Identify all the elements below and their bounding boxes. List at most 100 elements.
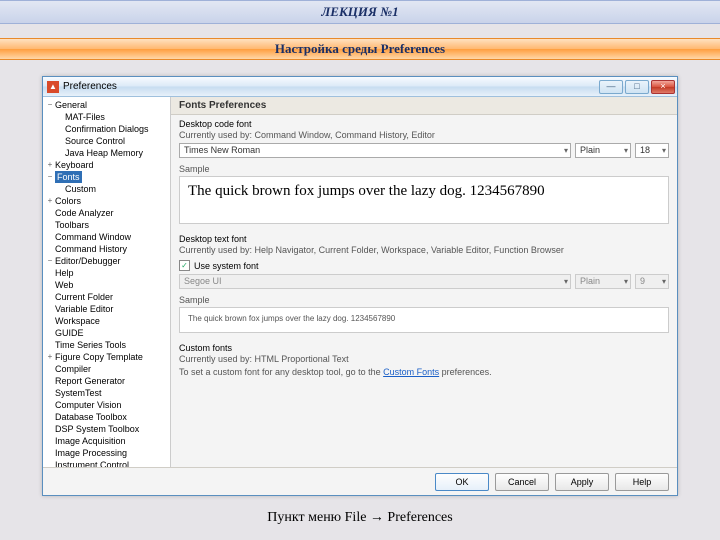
tree-item-label: Confirmation Dialogs (55, 123, 149, 135)
tree-item[interactable]: Variable Editor (43, 303, 170, 315)
minimize-button[interactable]: — (599, 80, 623, 94)
tree-item-label: Help (55, 267, 74, 279)
preferences-window: ▲ Preferences — □ × −GeneralMAT-FilesCon… (42, 76, 678, 496)
tree-item[interactable]: +Colors (43, 195, 170, 207)
tree-item[interactable]: Command Window (43, 231, 170, 243)
tree-item-label: Custom (55, 183, 96, 195)
text-font-style-select: Plain (575, 274, 631, 289)
tree-item[interactable]: −Fonts (43, 171, 170, 183)
ok-button[interactable]: OK (435, 473, 489, 491)
slide-subtitle: Настройка среды Preferences (0, 38, 720, 60)
tree-expander-icon[interactable]: − (45, 171, 55, 183)
custom-font-hint: To set a custom font for any desktop too… (179, 367, 669, 377)
tree-item[interactable]: Java Heap Memory (43, 147, 170, 159)
tree-item[interactable]: Workspace (43, 315, 170, 327)
tree-item[interactable]: Toolbars (43, 219, 170, 231)
code-font-style-select[interactable]: Plain (575, 143, 631, 158)
tree-item-label: General (55, 99, 87, 111)
apply-button[interactable]: Apply (555, 473, 609, 491)
code-font-name-select[interactable]: Times New Roman (179, 143, 571, 158)
slide-title: ЛЕКЦИЯ №1 (0, 0, 720, 24)
text-sample-box: The quick brown fox jumps over the lazy … (179, 307, 669, 333)
tree-item[interactable]: MAT-Files (43, 111, 170, 123)
tree-item-label: MAT-Files (55, 111, 105, 123)
section-heading: Desktop code font (179, 119, 669, 129)
use-system-font-checkbox[interactable]: ✓ (179, 260, 190, 271)
tree-item[interactable]: +Figure Copy Template (43, 351, 170, 363)
tree-item[interactable]: +Keyboard (43, 159, 170, 171)
tree-item-label: Time Series Tools (55, 339, 126, 351)
tree-item[interactable]: Current Folder (43, 291, 170, 303)
tree-item[interactable]: −Editor/Debugger (43, 255, 170, 267)
tree-item-label: Colors (55, 195, 81, 207)
custom-fonts-link[interactable]: Custom Fonts (383, 367, 439, 377)
tree-item[interactable]: Image Acquisition (43, 435, 170, 447)
tree-expander-icon[interactable]: + (45, 159, 55, 171)
close-button[interactable]: × (651, 80, 675, 94)
tree-item[interactable]: Web (43, 279, 170, 291)
tree-item-label: Current Folder (55, 291, 113, 303)
tree-expander-icon[interactable]: + (45, 195, 55, 207)
help-button[interactable]: Help (615, 473, 669, 491)
use-system-font-row[interactable]: ✓ Use system font (171, 260, 677, 274)
section-subtext: Currently used by: Command Window, Comma… (179, 130, 669, 140)
titlebar[interactable]: ▲ Preferences — □ × (43, 77, 677, 97)
app-icon: ▲ (47, 81, 59, 93)
tree-item[interactable]: Image Processing (43, 447, 170, 459)
tree-item-label: Code Analyzer (55, 207, 114, 219)
tree-item[interactable]: DSP System Toolbox (43, 423, 170, 435)
tree-expander-icon[interactable]: − (45, 99, 55, 111)
text-font-size-select: 9 (635, 274, 669, 289)
tree-expander-icon[interactable]: − (45, 255, 55, 267)
pane-title: Fonts Preferences (171, 97, 677, 115)
window-title: Preferences (63, 81, 117, 92)
code-font-section: Desktop code font Currently used by: Com… (171, 115, 677, 162)
tree-item[interactable]: Instrument Control (43, 459, 170, 467)
tree-item[interactable]: Code Analyzer (43, 207, 170, 219)
tree-item[interactable]: Custom (43, 183, 170, 195)
category-tree[interactable]: −GeneralMAT-FilesConfirmation DialogsSou… (43, 97, 171, 467)
tree-item[interactable]: Compiler (43, 363, 170, 375)
tree-item-label: Editor/Debugger (55, 255, 121, 267)
tree-item-label: Command Window (55, 231, 131, 243)
code-sample-box: The quick brown fox jumps over the lazy … (179, 176, 669, 224)
section-subtext: Currently used by: Help Navigator, Curre… (179, 245, 669, 255)
tree-item[interactable]: Confirmation Dialogs (43, 123, 170, 135)
code-font-size-select[interactable]: 18 (635, 143, 669, 158)
section-subtext: Currently used by: HTML Proportional Tex… (179, 354, 669, 364)
maximize-button[interactable]: □ (625, 80, 649, 94)
cancel-button[interactable]: Cancel (495, 473, 549, 491)
tree-item[interactable]: −General (43, 99, 170, 111)
tree-item[interactable]: Time Series Tools (43, 339, 170, 351)
code-sample-label: Sample (171, 162, 677, 174)
tree-item[interactable]: Command History (43, 243, 170, 255)
dialog-button-bar: OK Cancel Apply Help (43, 467, 677, 495)
tree-item[interactable]: Report Generator (43, 375, 170, 387)
tree-item[interactable]: Database Toolbox (43, 411, 170, 423)
custom-font-section: Custom fonts Currently used by: HTML Pro… (171, 339, 677, 382)
tree-item-label: Database Toolbox (55, 411, 127, 423)
tree-item-label: Command History (55, 243, 127, 255)
tree-item-label: Image Acquisition (55, 435, 126, 447)
tree-expander-icon[interactable]: + (45, 351, 55, 363)
text-font-name-select: Segoe UI (179, 274, 571, 289)
tree-item-label: Instrument Control (55, 459, 129, 467)
tree-item[interactable]: Computer Vision (43, 399, 170, 411)
slide-caption: Пункт меню File → Preferences (0, 510, 720, 526)
tree-item-label: Keyboard (55, 159, 94, 171)
section-heading: Desktop text font (179, 234, 669, 244)
tree-item-label: Image Processing (55, 447, 127, 459)
tree-item[interactable]: Source Control (43, 135, 170, 147)
tree-item[interactable]: GUIDE (43, 327, 170, 339)
text-font-section: Desktop text font Currently used by: Hel… (171, 230, 677, 260)
tree-item-label: Java Heap Memory (55, 147, 143, 159)
text-sample-label: Sample (171, 293, 677, 305)
tree-item-label: Report Generator (55, 375, 125, 387)
tree-item-label: Compiler (55, 363, 91, 375)
settings-pane: Fonts Preferences Desktop code font Curr… (171, 97, 677, 467)
tree-item[interactable]: SystemTest (43, 387, 170, 399)
section-heading: Custom fonts (179, 343, 669, 353)
tree-item[interactable]: Help (43, 267, 170, 279)
tree-item-label: DSP System Toolbox (55, 423, 139, 435)
tree-item-label: Source Control (55, 135, 125, 147)
